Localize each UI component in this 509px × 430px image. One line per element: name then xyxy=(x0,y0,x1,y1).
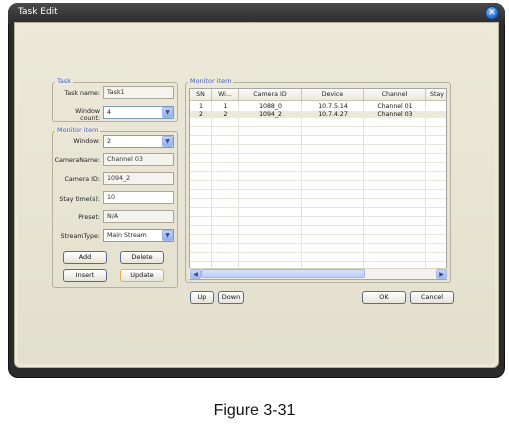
column-header-window[interactable]: Wi... xyxy=(212,89,239,101)
monitor-item-group-label: Monitor item xyxy=(55,126,101,134)
cell-camera-id: 1094_2 xyxy=(259,111,282,118)
cell-device: 10.7.5.14 xyxy=(318,103,348,110)
column-header-camera-id[interactable]: Camera ID xyxy=(239,89,302,101)
figure-caption: Figure 3-31 xyxy=(213,402,296,419)
stay-time-label: Stay time(s): xyxy=(59,196,100,203)
cell-window: 2 xyxy=(223,111,228,118)
task-group-label: Task xyxy=(55,77,74,85)
stream-type-dropdown-icon[interactable]: ▼ xyxy=(162,230,173,241)
scroll-left-icon[interactable]: ◀ xyxy=(190,269,201,279)
window-title: Task Edit xyxy=(18,7,58,17)
task-name-field[interactable]: Task1 xyxy=(103,86,174,99)
cell-sn: 1 xyxy=(199,103,203,110)
cell-channel: Channel 01 xyxy=(377,103,413,110)
preset-label: Preset: xyxy=(78,214,100,221)
stream-type-label: StreamType: xyxy=(60,233,100,240)
monitor-list-group-label: Monitor item xyxy=(188,77,234,85)
up-button[interactable]: Up xyxy=(190,291,214,304)
cell-device: 10.7.4.27 xyxy=(318,111,348,118)
column-header-channel[interactable]: Channel xyxy=(364,89,426,101)
cell-channel: Channel 03 xyxy=(377,111,413,118)
camera-name-label: CameraName: xyxy=(54,157,100,164)
cancel-button[interactable]: Cancel xyxy=(410,291,454,304)
scroll-right-icon[interactable]: ▶ xyxy=(436,269,447,279)
camera-id-field[interactable]: 1094_2 xyxy=(103,172,174,185)
table-row[interactable]: 1 1 1088_0 10.7.5.14 Channel 01 xyxy=(190,103,446,110)
update-button[interactable]: Update xyxy=(120,269,164,282)
window-count-label: Window count: xyxy=(75,108,100,122)
down-button[interactable]: Down xyxy=(218,291,244,304)
camera-id-label: Camera ID: xyxy=(64,176,100,183)
task-name-label: Task name: xyxy=(64,90,100,97)
scrollbar-thumb[interactable] xyxy=(201,269,365,278)
camera-name-field[interactable]: Channel 03 xyxy=(103,153,174,166)
column-header-stay[interactable]: Stay xyxy=(426,89,446,101)
stay-time-field[interactable]: 10 xyxy=(103,191,174,204)
ok-button[interactable]: OK xyxy=(362,291,406,304)
add-button[interactable]: Add xyxy=(63,251,107,264)
close-icon[interactable]: ✕ xyxy=(485,6,499,20)
window-count-dropdown-icon[interactable]: ▼ xyxy=(162,107,173,118)
insert-button[interactable]: Insert xyxy=(63,269,107,282)
window-dropdown-icon[interactable]: ▼ xyxy=(162,136,173,147)
delete-button[interactable]: Delete xyxy=(120,251,164,264)
monitor-table[interactable]: SN Wi... Camera ID Device Channel Stay 1… xyxy=(189,88,447,280)
column-header-device[interactable]: Device xyxy=(302,89,364,101)
cell-window: 1 xyxy=(223,103,228,110)
preset-field[interactable]: N/A xyxy=(103,210,174,223)
cell-sn: 2 xyxy=(199,111,203,118)
table-row-selected[interactable]: 2 2 1094_2 10.7.4.27 Channel 03 xyxy=(190,111,446,118)
cell-camera-id: 1088_0 xyxy=(259,103,282,110)
window-label: Window: xyxy=(73,138,100,145)
column-header-sn[interactable]: SN xyxy=(190,89,212,101)
